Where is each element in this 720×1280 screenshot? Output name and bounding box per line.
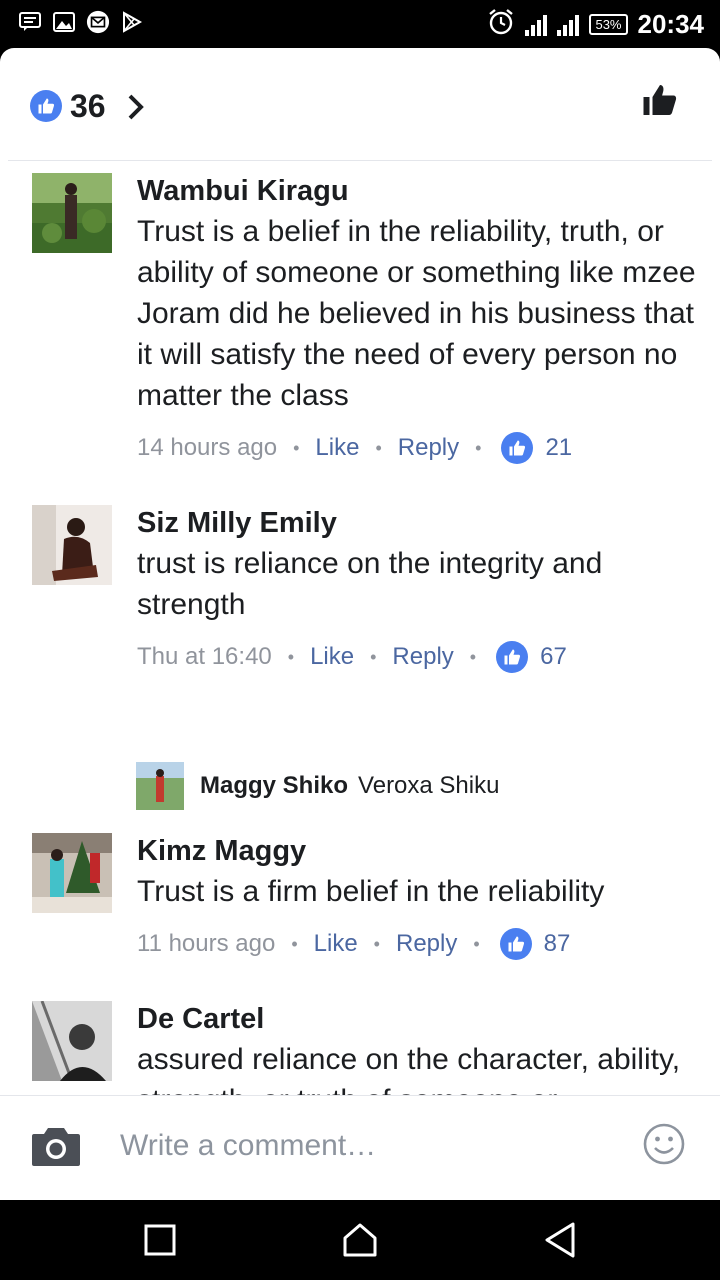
signal-icon (525, 14, 548, 36)
mail-icon (86, 10, 110, 34)
comment-time: 14 hours ago (137, 434, 278, 461)
comment-text: Trust is a belief in the reliability, tr… (137, 215, 696, 412)
like-button[interactable]: Like (315, 434, 359, 462)
comment-meta: 14 hours ago • Like • Reply • 21 (137, 430, 697, 466)
camera-icon[interactable] (30, 1124, 82, 1168)
comment-list: Wambui Kiragu Trust is a belief in the r… (0, 161, 720, 1096)
reply-button[interactable]: Reply (392, 643, 453, 671)
avatar[interactable] (32, 1001, 112, 1081)
comment-composer (0, 1095, 720, 1200)
comment-author[interactable]: De Cartel (137, 1001, 697, 1037)
separator: • (287, 646, 295, 667)
message-icon (18, 10, 42, 34)
smiley-icon[interactable] (642, 1122, 686, 1166)
separator: • (469, 646, 477, 667)
status-bar: 53% 20:34 (0, 0, 720, 48)
like-button[interactable]: Like (314, 930, 358, 958)
avatar[interactable] (32, 833, 112, 913)
like-count[interactable]: 87 (544, 930, 571, 958)
signal-icon-2 (557, 14, 580, 36)
back-button[interactable] (540, 1220, 580, 1260)
comments-sheet: 36 Wambui Kiragu Trust is a belief in th… (0, 48, 720, 1200)
comment-time: 11 hours ago (137, 930, 276, 957)
system-nav-bar (0, 1200, 720, 1280)
separator: • (373, 933, 380, 954)
like-badge-icon[interactable] (499, 928, 532, 960)
image-icon (52, 10, 76, 34)
like-count[interactable]: 21 (545, 434, 572, 462)
like-count[interactable]: 67 (540, 643, 567, 671)
comment-meta: 11 hours ago • Like • Reply • 87 (137, 926, 697, 962)
comment-time: Thu at 16:40 (137, 643, 272, 670)
alarm-icon (487, 8, 515, 41)
comment-text: Trust is a firm belief in the reliabilit… (137, 875, 605, 908)
separator: • (473, 933, 480, 954)
separator: • (293, 437, 300, 458)
avatar[interactable] (32, 173, 112, 253)
like-badge-icon[interactable] (501, 432, 534, 464)
comment-meta: Thu at 16:40 • Like • Reply • 67 (137, 639, 697, 675)
separator: • (370, 646, 377, 667)
reply-author[interactable]: Maggy Shiko (200, 772, 348, 800)
reply-preview[interactable]: Maggy Shiko Veroxa Shiku (136, 762, 499, 810)
like-badge-icon (30, 90, 62, 122)
comment-author[interactable]: Kimz Maggy (137, 833, 697, 869)
comment-input[interactable] (120, 1126, 600, 1166)
chevron-right-icon[interactable] (124, 92, 148, 122)
reaction-count[interactable]: 36 (70, 88, 106, 125)
separator: • (375, 437, 382, 458)
home-button[interactable] (340, 1220, 380, 1260)
avatar[interactable] (32, 505, 112, 585)
play-store-icon (120, 10, 144, 34)
reply-button[interactable]: Reply (398, 434, 459, 462)
reply-button[interactable]: Reply (396, 930, 457, 958)
reactions-header[interactable]: 36 (0, 48, 720, 160)
avatar[interactable] (136, 762, 184, 810)
comment-author[interactable]: Siz Milly Emily (137, 505, 697, 541)
separator: • (291, 933, 298, 954)
clock: 20:34 (637, 9, 705, 39)
reply-text: Veroxa Shiku (358, 772, 500, 799)
separator: • (475, 437, 482, 458)
comment-author[interactable]: Wambui Kiragu (137, 173, 697, 209)
recents-button[interactable] (140, 1220, 180, 1260)
comment-text: trust is reliance on the integrity and s… (137, 547, 603, 621)
thumbs-up-icon[interactable] (642, 82, 678, 118)
like-button[interactable]: Like (310, 643, 354, 671)
comment-text: assured reliance on the character, abili… (137, 1043, 681, 1096)
battery-indicator: 53% (589, 14, 628, 35)
like-badge-icon[interactable] (496, 641, 529, 673)
